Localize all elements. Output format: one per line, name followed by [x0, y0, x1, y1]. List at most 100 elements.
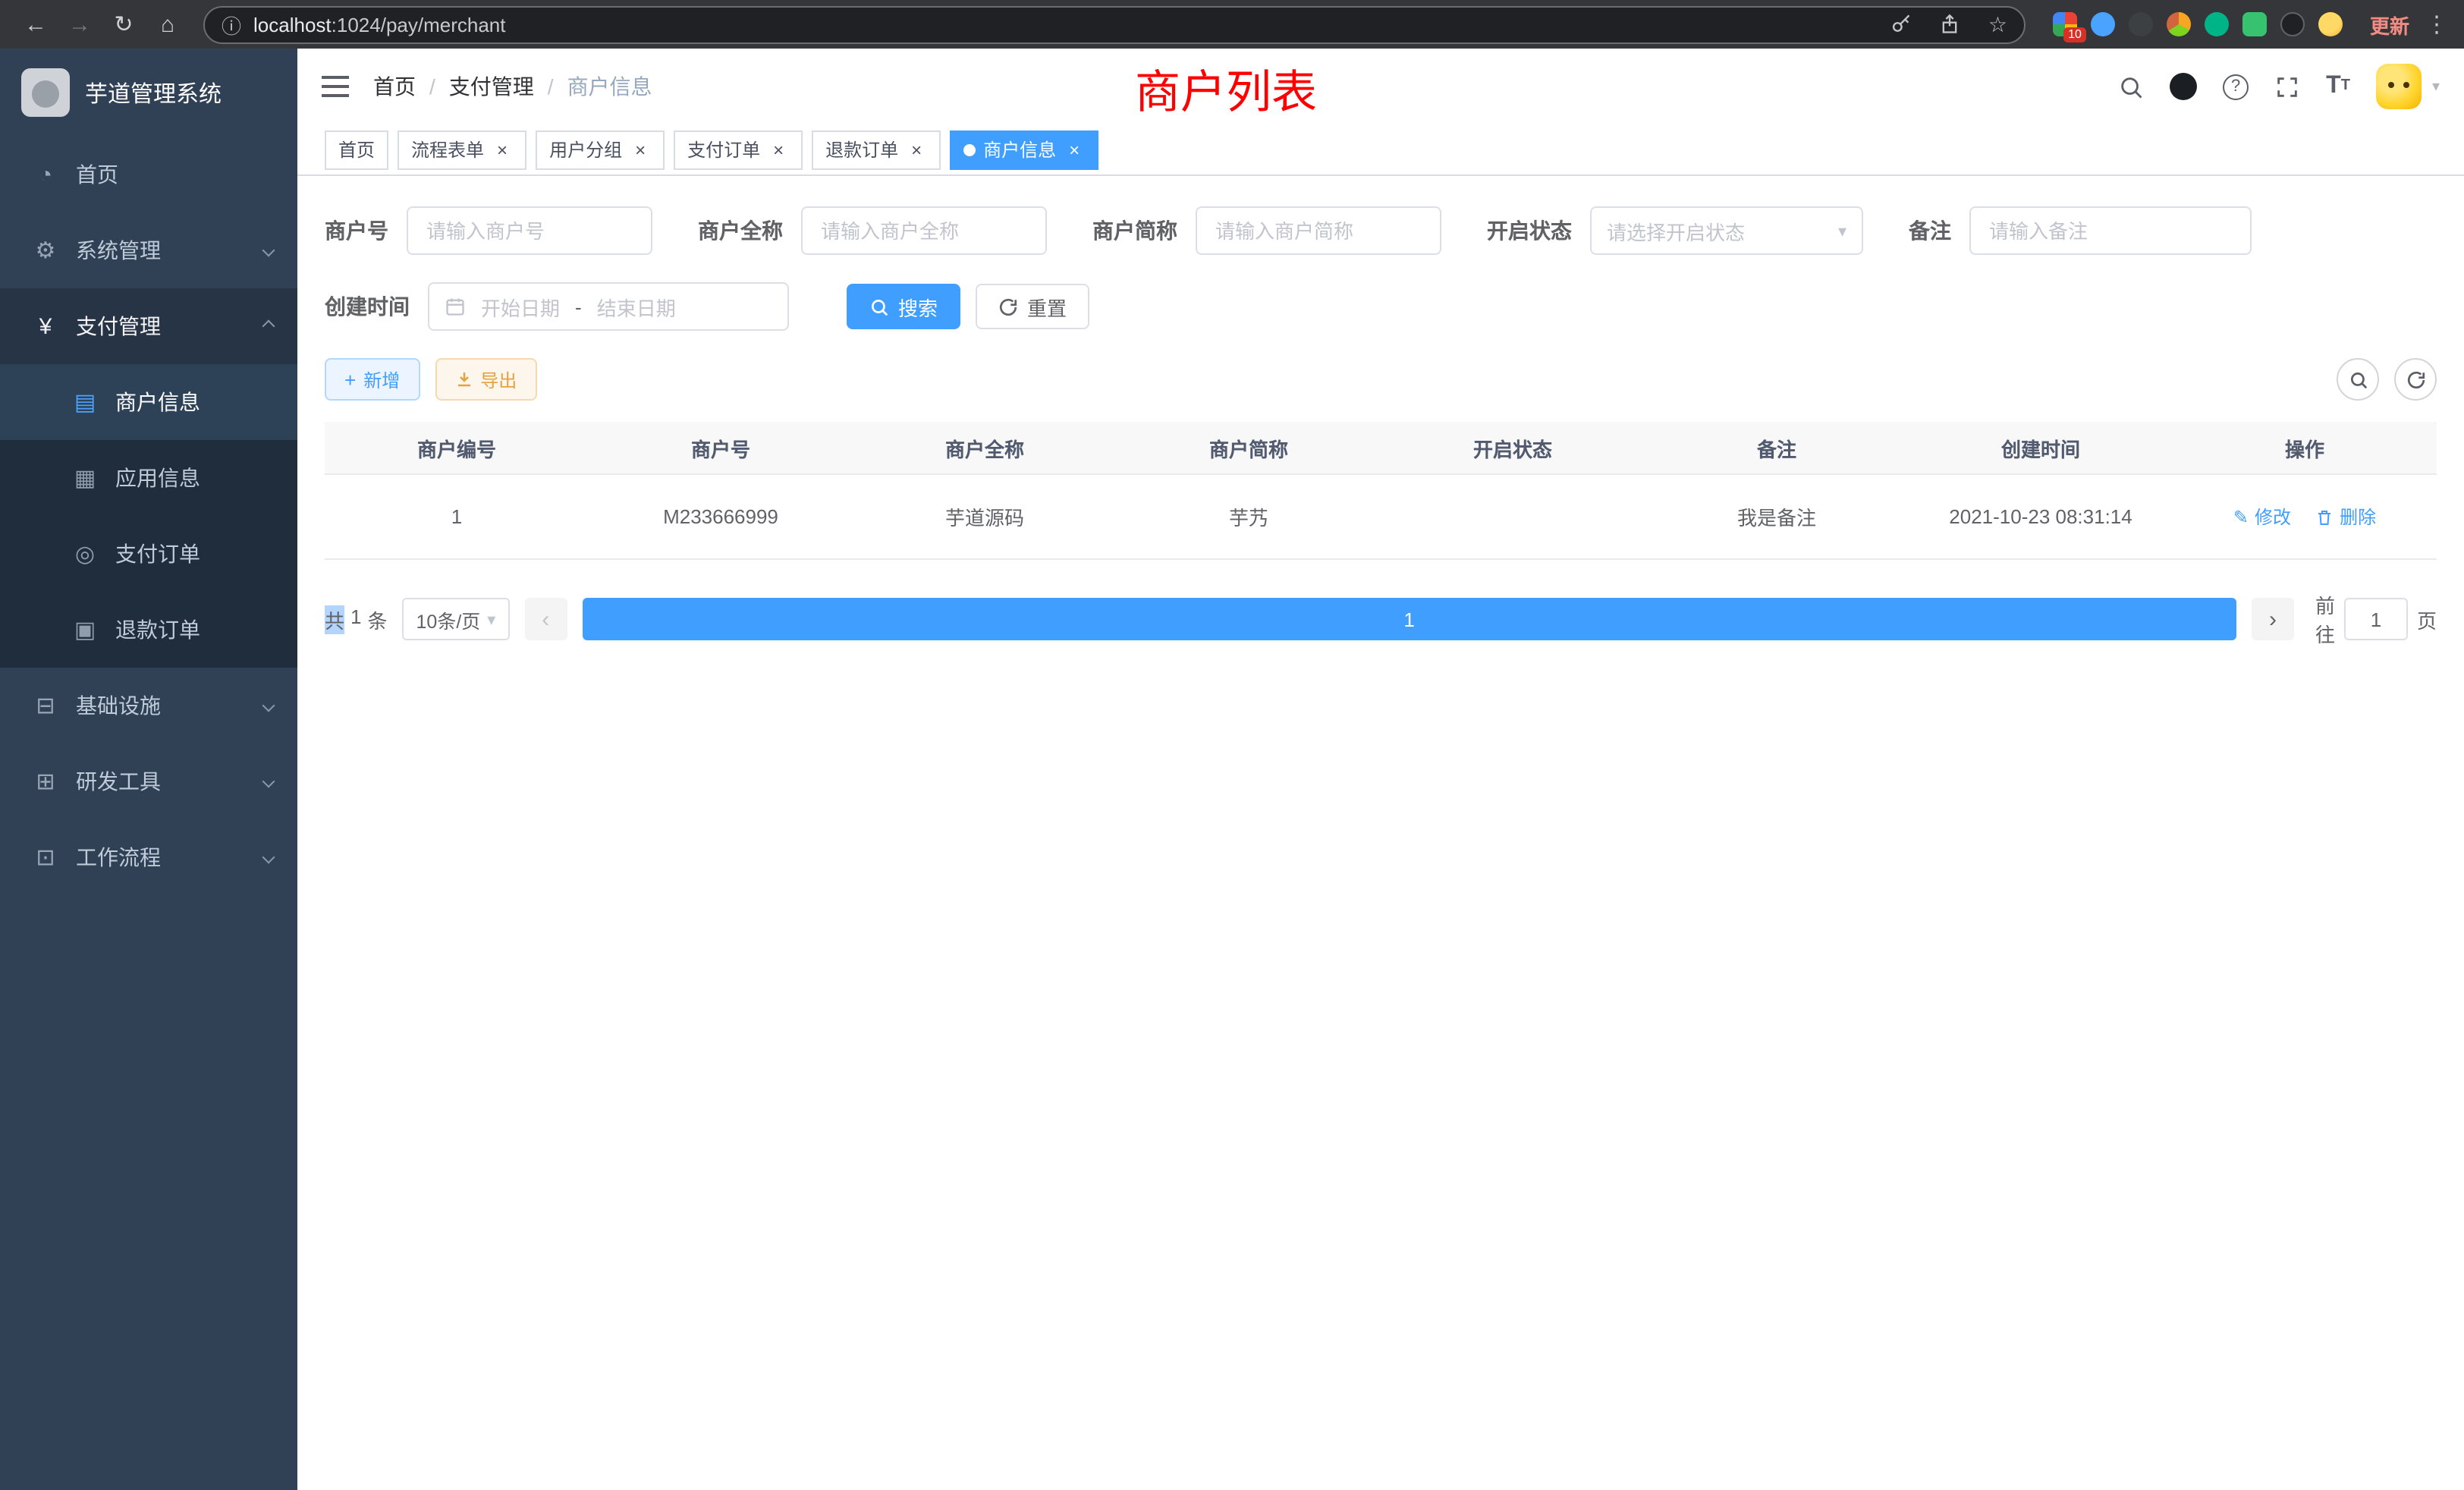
close-icon[interactable]: × — [768, 139, 789, 160]
help-icon[interactable]: ? — [2223, 74, 2249, 99]
share-icon[interactable] — [1940, 14, 1961, 35]
font-size-icon[interactable]: TT — [2326, 74, 2350, 99]
sidebar-item-merchant-info[interactable]: ▤ 商户信息 — [0, 364, 297, 440]
extension-icon[interactable] — [2318, 12, 2343, 36]
tab-process-form[interactable]: 流程表单 × — [398, 130, 526, 169]
edit-link[interactable]: ✎ 修改 — [2233, 504, 2291, 530]
page-number-button[interactable]: 1 — [582, 598, 2236, 640]
dashboard-icon: ◔ — [30, 162, 61, 187]
app-frame: 芋道管理系统 ◔ 首页 ⚙ 系统管理 ¥ 支付管理 — [0, 49, 2464, 1490]
status-select[interactable]: 请选择开启状态 ▾ — [1590, 206, 1863, 255]
toggle-search-button[interactable] — [2337, 358, 2379, 401]
sidebar-item-app-info[interactable]: ▦ 应用信息 — [0, 440, 297, 516]
sidebar-item-system[interactable]: ⚙ 系统管理 — [0, 212, 297, 288]
short-name-input[interactable] — [1196, 206, 1441, 255]
breadcrumb-home[interactable]: 首页 — [373, 71, 416, 102]
extension-icon[interactable] — [2242, 12, 2267, 36]
user-avatar[interactable] — [2376, 64, 2422, 109]
breadcrumb-pay[interactable]: 支付管理 — [449, 71, 534, 102]
pencil-icon: ✎ — [2233, 506, 2249, 527]
sidebar-item-devtools[interactable]: ⊞ 研发工具 — [0, 743, 297, 819]
sidebar-item-workflow[interactable]: ⊡ 工作流程 — [0, 819, 297, 895]
sidebar-item-refund-order[interactable]: ▣ 退款订单 — [0, 592, 297, 668]
main-area: 首页 / 支付管理 / 商户信息 ? TT — [297, 49, 2464, 1490]
site-info-icon[interactable]: ⓘ — [222, 10, 241, 39]
browser-update-button[interactable]: 更新 — [2370, 10, 2409, 39]
bookmark-star-icon[interactable]: ☆ — [1988, 11, 2007, 37]
sidebar-item-label: 基础设施 — [76, 690, 161, 721]
extension-icon[interactable] — [2129, 12, 2153, 36]
browser-extensions: 10 — [2053, 12, 2343, 36]
sidebar-item-label: 研发工具 — [76, 766, 161, 797]
browser-menu-icon[interactable]: ⋮ — [2425, 11, 2449, 38]
extension-icon[interactable]: 10 — [2053, 12, 2077, 36]
gear-icon: ⚙ — [30, 237, 61, 264]
sidebar-item-home[interactable]: ◔ 首页 — [0, 137, 297, 212]
tab-home[interactable]: 首页 — [325, 130, 388, 169]
close-icon[interactable]: × — [1064, 139, 1085, 160]
full-name-input[interactable] — [801, 206, 1047, 255]
filter-remark: 备注 — [1909, 206, 2252, 255]
avatar-caret-icon[interactable]: ▾ — [2432, 78, 2440, 95]
delete-label: 删除 — [2340, 504, 2376, 530]
tab-label: 商户信息 — [983, 137, 1056, 162]
browser-home-icon[interactable]: ⌂ — [147, 11, 188, 37]
fullscreen-icon[interactable] — [2274, 74, 2300, 99]
extension-icon[interactable] — [2205, 12, 2229, 36]
search-button-label: 搜索 — [898, 292, 938, 321]
tab-merchant-info[interactable]: 商户信息 × — [950, 130, 1098, 169]
export-button[interactable]: 导出 — [435, 358, 536, 401]
breadcrumb: 首页 / 支付管理 / 商户信息 — [373, 71, 652, 102]
date-range-picker[interactable]: 开始日期 - 结束日期 — [428, 282, 789, 331]
refresh-table-button[interactable] — [2394, 358, 2437, 401]
search-icon[interactable] — [2118, 74, 2144, 99]
column-header: 备注 — [1645, 433, 1909, 462]
tab-label: 用户分组 — [549, 137, 622, 162]
extension-icon[interactable] — [2280, 12, 2305, 36]
workflow-icon: ⊡ — [30, 844, 61, 871]
column-header: 商户全称 — [853, 433, 1117, 462]
merchant-no-input[interactable] — [407, 206, 652, 255]
column-header: 开启状态 — [1381, 433, 1645, 462]
page-content: 商户号 商户全称 商户简称 开启状态 请选择开启状态 — [297, 176, 2464, 1490]
reset-button-label: 重置 — [1027, 292, 1067, 321]
remark-input[interactable] — [1969, 206, 2252, 255]
close-icon[interactable]: × — [906, 139, 927, 160]
password-key-icon[interactable] — [1891, 14, 1912, 35]
filter-label: 商户全称 — [698, 215, 783, 246]
sidebar-item-pay-order[interactable]: ◎ 支付订单 — [0, 516, 297, 592]
close-icon[interactable]: × — [492, 139, 513, 160]
prev-page-button[interactable]: ‹ — [524, 598, 567, 640]
address-bar[interactable]: ⓘ localhost:1024/pay/merchant ☆ — [203, 5, 2026, 43]
browser-back-icon[interactable]: ← — [15, 11, 56, 37]
url-text[interactable]: localhost:1024/pay/merchant — [253, 13, 1864, 36]
add-button[interactable]: + 新增 — [325, 358, 420, 401]
tab-label: 退款订单 — [825, 137, 898, 162]
filter-label: 商户号 — [325, 215, 388, 246]
close-icon[interactable]: × — [630, 139, 651, 160]
reset-button[interactable]: 重置 — [976, 284, 1089, 329]
delete-link[interactable]: 删除 — [2315, 504, 2376, 530]
total-prefix: 共 — [325, 605, 344, 633]
tags-view-bar: 首页 流程表单 × 用户分组 × 支付订单 × 退款订单 × — [297, 124, 2464, 176]
tab-refund-order[interactable]: 退款订单 × — [812, 130, 941, 169]
goto-page-input[interactable] — [2344, 598, 2408, 640]
github-icon[interactable] — [2170, 73, 2197, 100]
sidebar-collapse-icon[interactable] — [322, 76, 349, 97]
extension-icon[interactable] — [2167, 12, 2191, 36]
url-path: :1024/pay/merchant — [332, 13, 506, 36]
page-size-select[interactable]: 10条/页 ▾ — [403, 598, 510, 640]
tab-pay-order[interactable]: 支付订单 × — [674, 130, 803, 169]
sidebar-item-infrastructure[interactable]: ⊟ 基础设施 — [0, 668, 297, 743]
pagination-goto: 前往 页 — [2315, 590, 2437, 648]
extension-icon[interactable] — [2091, 12, 2115, 36]
url-host: localhost — [253, 13, 332, 36]
browser-reload-icon[interactable]: ↻ — [103, 11, 144, 38]
table-toolbar: + 新增 导出 — [325, 358, 2437, 401]
search-button[interactable]: 搜索 — [847, 284, 960, 329]
sidebar-item-pay[interactable]: ¥ 支付管理 — [0, 288, 297, 364]
sidebar-item-label: 工作流程 — [76, 842, 161, 872]
next-page-button[interactable]: › — [2252, 598, 2294, 640]
browser-forward-icon[interactable]: → — [59, 11, 100, 37]
tab-user-group[interactable]: 用户分组 × — [536, 130, 665, 169]
